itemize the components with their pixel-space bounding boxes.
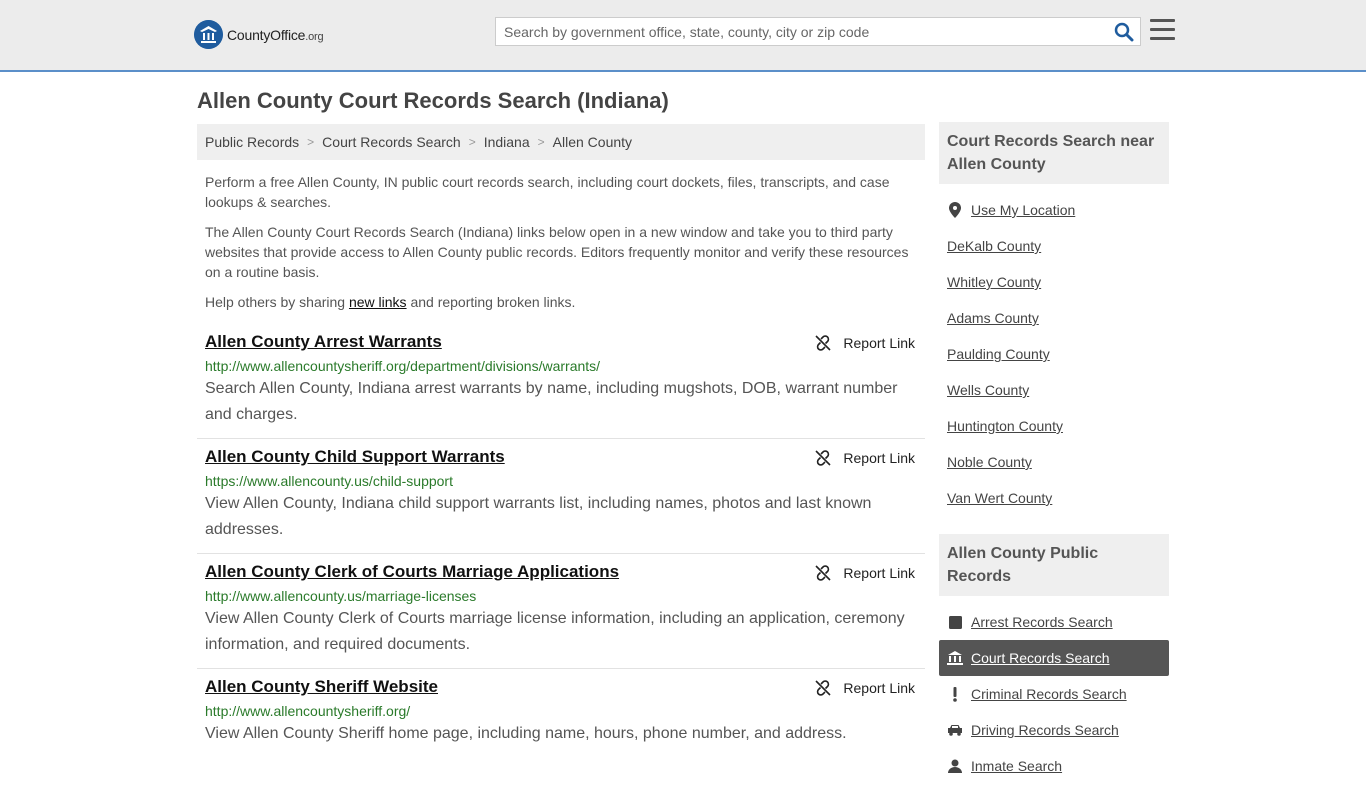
record-entry: Allen County Sheriff Website Report Link… <box>197 669 925 757</box>
nearby-county-link[interactable]: Van Wert County <box>947 490 1052 506</box>
entry-url: https://www.allencounty.us/child-support <box>205 473 453 489</box>
intro-paragraph-2: The Allen County Court Records Search (I… <box>205 224 909 280</box>
entry-title-link[interactable]: Allen County Clerk of Courts Marriage Ap… <box>205 562 619 582</box>
nearby-county-link[interactable]: DeKalb County <box>947 238 1041 254</box>
breadcrumb-court-records-search[interactable]: Court Records Search <box>322 134 461 150</box>
hamburger-menu-icon[interactable] <box>1150 19 1175 41</box>
nearby-county-list: Use My Location DeKalb County Whitley Co… <box>939 184 1169 534</box>
broken-link-icon <box>815 335 831 351</box>
use-my-location-item[interactable]: Use My Location <box>939 192 1169 228</box>
page-title: Allen County Court Records Search (India… <box>197 88 669 113</box>
sidebar-link[interactable]: Arrest Records Search <box>971 614 1113 630</box>
public-records-list: Arrest Records Search Court Records Sear… <box>939 596 1169 802</box>
entry-title-link[interactable]: Allen County Child Support Warrants <box>205 447 505 467</box>
breadcrumb-separator: > <box>468 135 476 149</box>
breadcrumb-separator: > <box>537 135 545 149</box>
nearby-county-van-wert[interactable]: Van Wert County <box>939 480 1169 516</box>
square-icon <box>947 615 963 629</box>
sidebar-link[interactable]: Inmate Search <box>971 758 1062 774</box>
entry-title-link[interactable]: Allen County Arrest Warrants <box>205 332 442 352</box>
broken-link-icon <box>815 680 831 696</box>
broken-link-icon <box>815 450 831 466</box>
breadcrumb-separator: > <box>307 135 315 149</box>
report-link-label: Report Link <box>843 335 915 351</box>
nearby-heading: Court Records Search near Allen County <box>939 122 1169 184</box>
sidebar-item-inmate-search[interactable]: Inmate Search <box>939 748 1169 784</box>
breadcrumb-public-records[interactable]: Public Records <box>205 134 299 150</box>
entry-description: View Allen County Sheriff home page, inc… <box>205 725 847 742</box>
nearby-county-huntington[interactable]: Huntington County <box>939 408 1169 444</box>
nearby-county-adams[interactable]: Adams County <box>939 300 1169 336</box>
report-link-button[interactable]: Report Link <box>815 680 915 696</box>
menu-bar <box>1150 37 1175 40</box>
breadcrumb-allen-county: Allen County <box>552 134 633 150</box>
logo-badge-icon <box>194 20 223 49</box>
share-text: Help others by sharing <box>205 294 349 310</box>
entry-description: View Allen County Clerk of Courts marria… <box>205 610 905 653</box>
sidebar-item-court-records[interactable]: Court Records Search <box>939 640 1169 676</box>
intro-paragraph-3: Help others by sharing new links and rep… <box>205 292 917 312</box>
nearby-county-link[interactable]: Wells County <box>947 382 1029 398</box>
report-link-label: Report Link <box>843 450 915 466</box>
entry-title-link[interactable]: Allen County Sheriff Website <box>205 677 438 697</box>
record-entry: Allen County Arrest Warrants Report Link… <box>197 324 925 439</box>
nearby-county-noble[interactable]: Noble County <box>939 444 1169 480</box>
nearby-county-link[interactable]: Paulding County <box>947 346 1050 362</box>
broken-link-icon <box>815 565 831 581</box>
nearby-county-link[interactable]: Huntington County <box>947 418 1063 434</box>
entry-description: View Allen County, Indiana child support… <box>205 495 872 538</box>
search-input[interactable] <box>496 18 1096 45</box>
sidebar-link[interactable]: Driving Records Search <box>971 722 1119 738</box>
sidebar-item-arrest-records[interactable]: Arrest Records Search <box>939 604 1169 640</box>
logo-text: CountyOffice.org <box>227 26 324 43</box>
menu-bar <box>1150 28 1175 31</box>
logo-main: CountyOffice <box>227 26 306 43</box>
map-pin-icon <box>947 202 963 218</box>
new-links-link[interactable]: new links <box>349 294 407 310</box>
exclamation-icon <box>947 686 963 702</box>
nearby-county-link[interactable]: Adams County <box>947 310 1039 326</box>
main-content: Public Records > Court Records Search > … <box>197 124 925 757</box>
report-link-button[interactable]: Report Link <box>815 565 915 581</box>
breadcrumb-indiana[interactable]: Indiana <box>484 134 530 150</box>
sidebar-item-driving-records[interactable]: Driving Records Search <box>939 712 1169 748</box>
car-icon <box>947 724 963 736</box>
nearby-county-link[interactable]: Noble County <box>947 454 1032 470</box>
nearby-county-wells[interactable]: Wells County <box>939 372 1169 408</box>
use-my-location-link[interactable]: Use My Location <box>971 202 1075 218</box>
breadcrumb: Public Records > Court Records Search > … <box>197 124 925 160</box>
nearby-county-dekalb[interactable]: DeKalb County <box>939 228 1169 264</box>
nearby-county-paulding[interactable]: Paulding County <box>939 336 1169 372</box>
public-records-heading: Allen County Public Records <box>939 534 1169 596</box>
search-icon[interactable] <box>1114 22 1134 42</box>
site-logo[interactable]: CountyOffice.org <box>194 20 324 49</box>
courthouse-icon <box>947 651 963 665</box>
logo-suffix: .org <box>305 30 324 43</box>
share-text-end: and reporting broken links. <box>406 294 576 310</box>
sidebar-link[interactable]: Court Records Search <box>971 650 1110 666</box>
search-box <box>495 17 1141 46</box>
intro-text: Perform a free Allen County, IN public c… <box>197 160 925 312</box>
nearby-county-link[interactable]: Whitley County <box>947 274 1041 290</box>
report-link-label: Report Link <box>843 680 915 696</box>
report-link-button[interactable]: Report Link <box>815 450 915 466</box>
inmate-icon <box>947 759 963 773</box>
site-header: CountyOffice.org <box>0 0 1366 72</box>
intro-paragraph-1: Perform a free Allen County, IN public c… <box>205 174 890 210</box>
sidebar-item-criminal-records[interactable]: Criminal Records Search <box>939 676 1169 712</box>
sidebar: Court Records Search near Allen County U… <box>939 122 1169 802</box>
record-entry: Allen County Child Support Warrants Repo… <box>197 439 925 554</box>
report-link-label: Report Link <box>843 565 915 581</box>
menu-bar <box>1150 19 1175 22</box>
nearby-county-whitley[interactable]: Whitley County <box>939 264 1169 300</box>
record-entry: Allen County Clerk of Courts Marriage Ap… <box>197 554 925 669</box>
entry-description: Search Allen County, Indiana arrest warr… <box>205 380 898 423</box>
entry-url: http://www.allencountysheriff.org/ <box>205 703 411 719</box>
entry-url: http://www.allencounty.us/marriage-licen… <box>205 588 477 604</box>
report-link-button[interactable]: Report Link <box>815 335 915 351</box>
sidebar-link[interactable]: Criminal Records Search <box>971 686 1127 702</box>
entry-url: http://www.allencountysheriff.org/depart… <box>205 358 601 374</box>
